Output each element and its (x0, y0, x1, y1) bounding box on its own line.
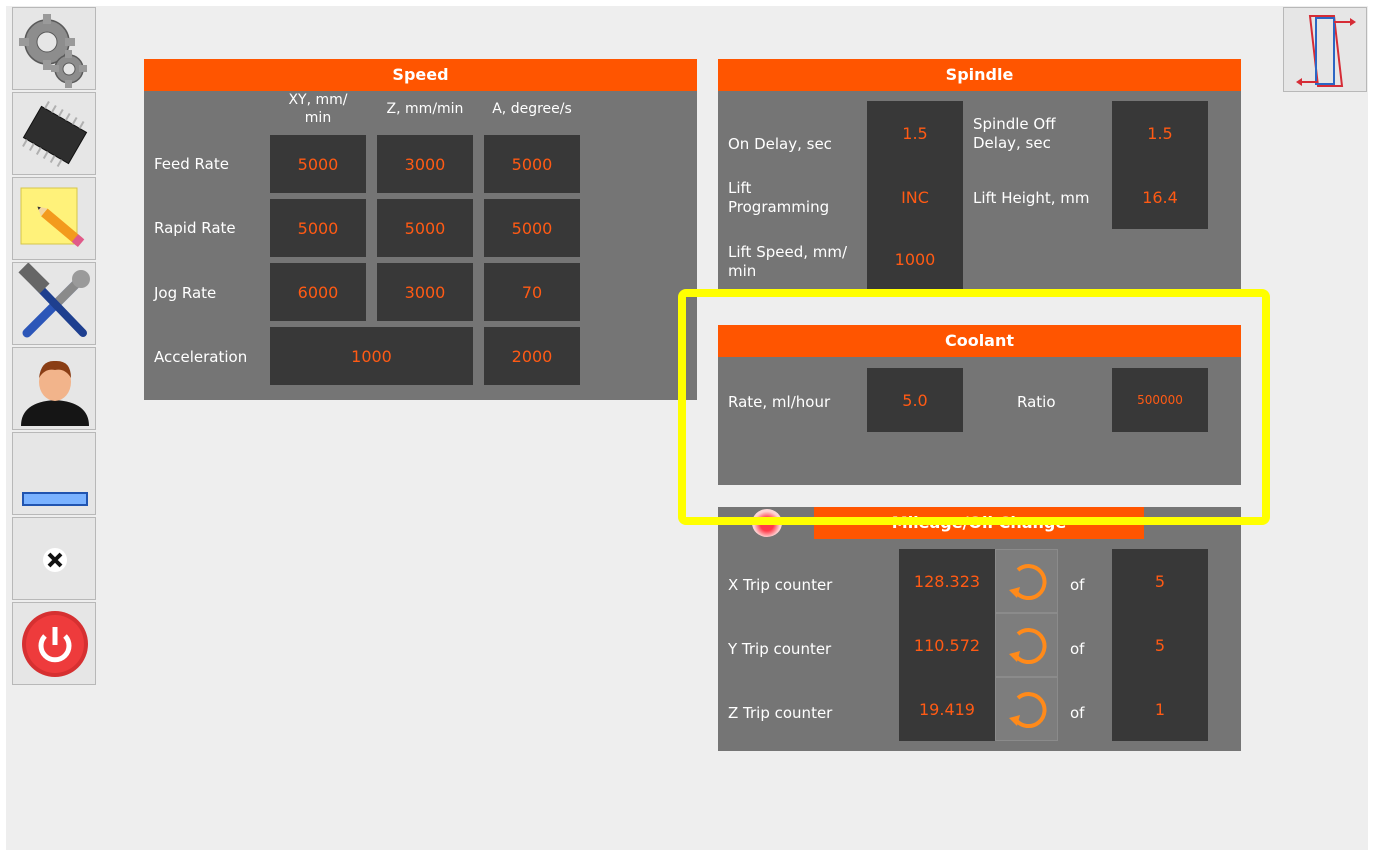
power-button[interactable] (12, 602, 96, 685)
mirror-flip-icon (1296, 15, 1356, 87)
column-header-a: A, degree/s (492, 101, 572, 117)
note-pencil-icon (20, 187, 85, 248)
tools-button[interactable] (12, 262, 96, 345)
jog-rate-a-input[interactable]: 70 (484, 263, 580, 321)
rapid-rate-z-input[interactable]: 5000 (377, 199, 473, 257)
jog-rate-z-input[interactable]: 3000 (377, 263, 473, 321)
acceleration-label: Acceleration (154, 348, 248, 366)
user-button[interactable] (12, 347, 96, 430)
y-trip-of-label: of (1070, 640, 1085, 658)
user-icon (21, 360, 89, 426)
power-icon (22, 611, 88, 677)
mileage-panel: Mileage/Oil Change X Trip counter 128.32… (718, 507, 1241, 751)
column-header-z: Z, mm/min (386, 101, 464, 117)
coolant-rate-label: Rate, ml/hour (728, 393, 831, 411)
y-trip-value: 110.572 (899, 613, 995, 677)
x-trip-value: 128.323 (899, 549, 995, 613)
speed-title: Speed (144, 59, 697, 91)
lift-speed-label: Lift Speed, mm/ min (728, 243, 848, 280)
settings-button[interactable] (12, 7, 96, 90)
lift-programming-label: Lift Programming (728, 179, 830, 216)
on-delay-label: On Delay, sec (728, 135, 832, 153)
z-trip-value: 19.419 (899, 677, 995, 741)
lift-height-input[interactable]: 16.4 (1112, 165, 1208, 229)
feed-rate-a-input[interactable]: 5000 (484, 135, 580, 193)
reset-icon (1009, 628, 1047, 665)
y-trip-limit-input[interactable]: 5 (1112, 613, 1208, 677)
reset-icon (1009, 692, 1047, 729)
x-trip-reset-button[interactable] (995, 549, 1058, 613)
feed-rate-z-input[interactable]: 3000 (377, 135, 473, 193)
status-led-icon (752, 509, 782, 537)
rapid-rate-a-input[interactable]: 5000 (484, 199, 580, 257)
y-trip-reset-button[interactable] (995, 613, 1058, 677)
z-trip-of-label: of (1070, 704, 1085, 722)
rapid-rate-label: Rapid Rate (154, 219, 236, 237)
notes-button[interactable] (12, 177, 96, 260)
x-trip-limit-input[interactable]: 5 (1112, 549, 1208, 613)
mileage-title: Mileage/Oil Change (814, 507, 1144, 539)
column-header-xy: XY, mm/ min (288, 92, 348, 126)
minimize-button[interactable] (12, 432, 96, 515)
coolant-panel: Coolant Rate, ml/hour 5.0 Ratio 500000 (718, 325, 1241, 485)
spindle-off-delay-input[interactable]: 1.5 (1112, 101, 1208, 165)
rapid-rate-xy-input[interactable]: 5000 (270, 199, 366, 257)
spindle-title: Spindle (718, 59, 1241, 91)
hardware-button[interactable] (12, 92, 96, 175)
spindle-panel: Spindle On Delay, sec 1.5 Spindle Off De… (718, 59, 1241, 289)
coolant-ratio-label: Ratio (1017, 393, 1056, 411)
jog-rate-label: Jog Rate (154, 284, 217, 302)
lift-height-label: Lift Height, mm (973, 189, 1090, 207)
feed-rate-xy-input[interactable]: 5000 (270, 135, 366, 193)
z-trip-limit-input[interactable]: 1 (1112, 677, 1208, 741)
spindle-off-delay-label: Spindle Off Delay, sec (973, 115, 1056, 152)
coolant-title: Coolant (718, 325, 1241, 357)
speed-panel: Speed XY, mm/ min Z, mm/min A, degree/s … (144, 59, 697, 400)
minimize-icon (22, 492, 88, 506)
reset-icon (1009, 564, 1047, 601)
x-trip-label: X Trip counter (728, 576, 833, 594)
z-trip-reset-button[interactable] (995, 677, 1058, 741)
close-icon (43, 548, 67, 572)
acceleration-xyz-input[interactable]: 1000 (270, 327, 473, 385)
chip-icon (22, 100, 88, 168)
on-delay-input[interactable]: 1.5 (867, 101, 963, 165)
z-trip-label: Z Trip counter (728, 704, 833, 722)
app-window: Speed XY, mm/ min Z, mm/min A, degree/s … (6, 6, 1368, 850)
y-trip-label: Y Trip counter (728, 640, 832, 658)
lift-programming-select[interactable]: INC (867, 165, 963, 229)
coolant-rate-input[interactable]: 5.0 (867, 368, 963, 432)
mirror-button[interactable] (1283, 7, 1367, 92)
lift-speed-input[interactable]: 1000 (867, 229, 963, 289)
gears-icon (19, 14, 87, 88)
wrench-hammer-icon (18, 263, 90, 338)
close-button[interactable] (12, 517, 96, 600)
feed-rate-label: Feed Rate (154, 155, 229, 173)
coolant-ratio-input[interactable]: 500000 (1112, 368, 1208, 432)
acceleration-a-input[interactable]: 2000 (484, 327, 580, 385)
jog-rate-xy-input[interactable]: 6000 (270, 263, 366, 321)
x-trip-of-label: of (1070, 576, 1085, 594)
